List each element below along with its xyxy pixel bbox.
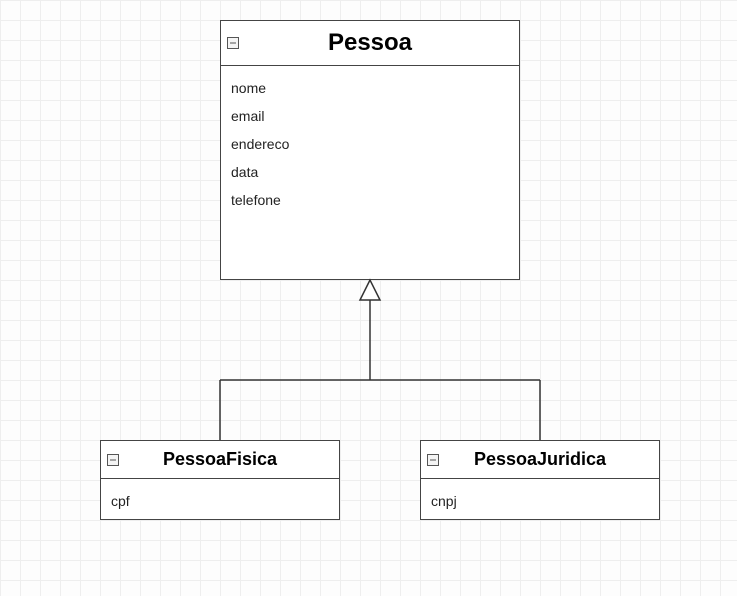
class-box-pessoa-juridica[interactable]: PessoaJuridica cnpj (420, 440, 660, 520)
attribute-section: nome email endereco data telefone (221, 66, 519, 222)
class-box-pessoa[interactable]: Pessoa nome email endereco data telefone (220, 20, 520, 280)
generalization-arrowhead (360, 280, 380, 300)
collapse-icon[interactable] (227, 37, 239, 49)
class-name: Pessoa (328, 29, 412, 56)
collapse-icon[interactable] (427, 454, 439, 466)
attribute: nome (231, 74, 509, 102)
attribute: email (231, 102, 509, 130)
class-header: Pessoa (221, 21, 519, 66)
attribute: cpf (111, 487, 329, 515)
class-header: PessoaJuridica (421, 441, 659, 479)
class-box-pessoa-fisica[interactable]: PessoaFisica cpf (100, 440, 340, 520)
diagram-canvas: Pessoa nome email endereco data telefone… (0, 0, 737, 596)
collapse-icon[interactable] (107, 454, 119, 466)
class-name: PessoaFisica (163, 449, 277, 469)
attribute-section: cpf (101, 479, 339, 523)
attribute-section: cnpj (421, 479, 659, 523)
attribute: data (231, 158, 509, 186)
attribute: cnpj (431, 487, 649, 515)
attribute: endereco (231, 130, 509, 158)
class-name: PessoaJuridica (474, 449, 606, 469)
attribute: telefone (231, 186, 509, 214)
class-header: PessoaFisica (101, 441, 339, 479)
